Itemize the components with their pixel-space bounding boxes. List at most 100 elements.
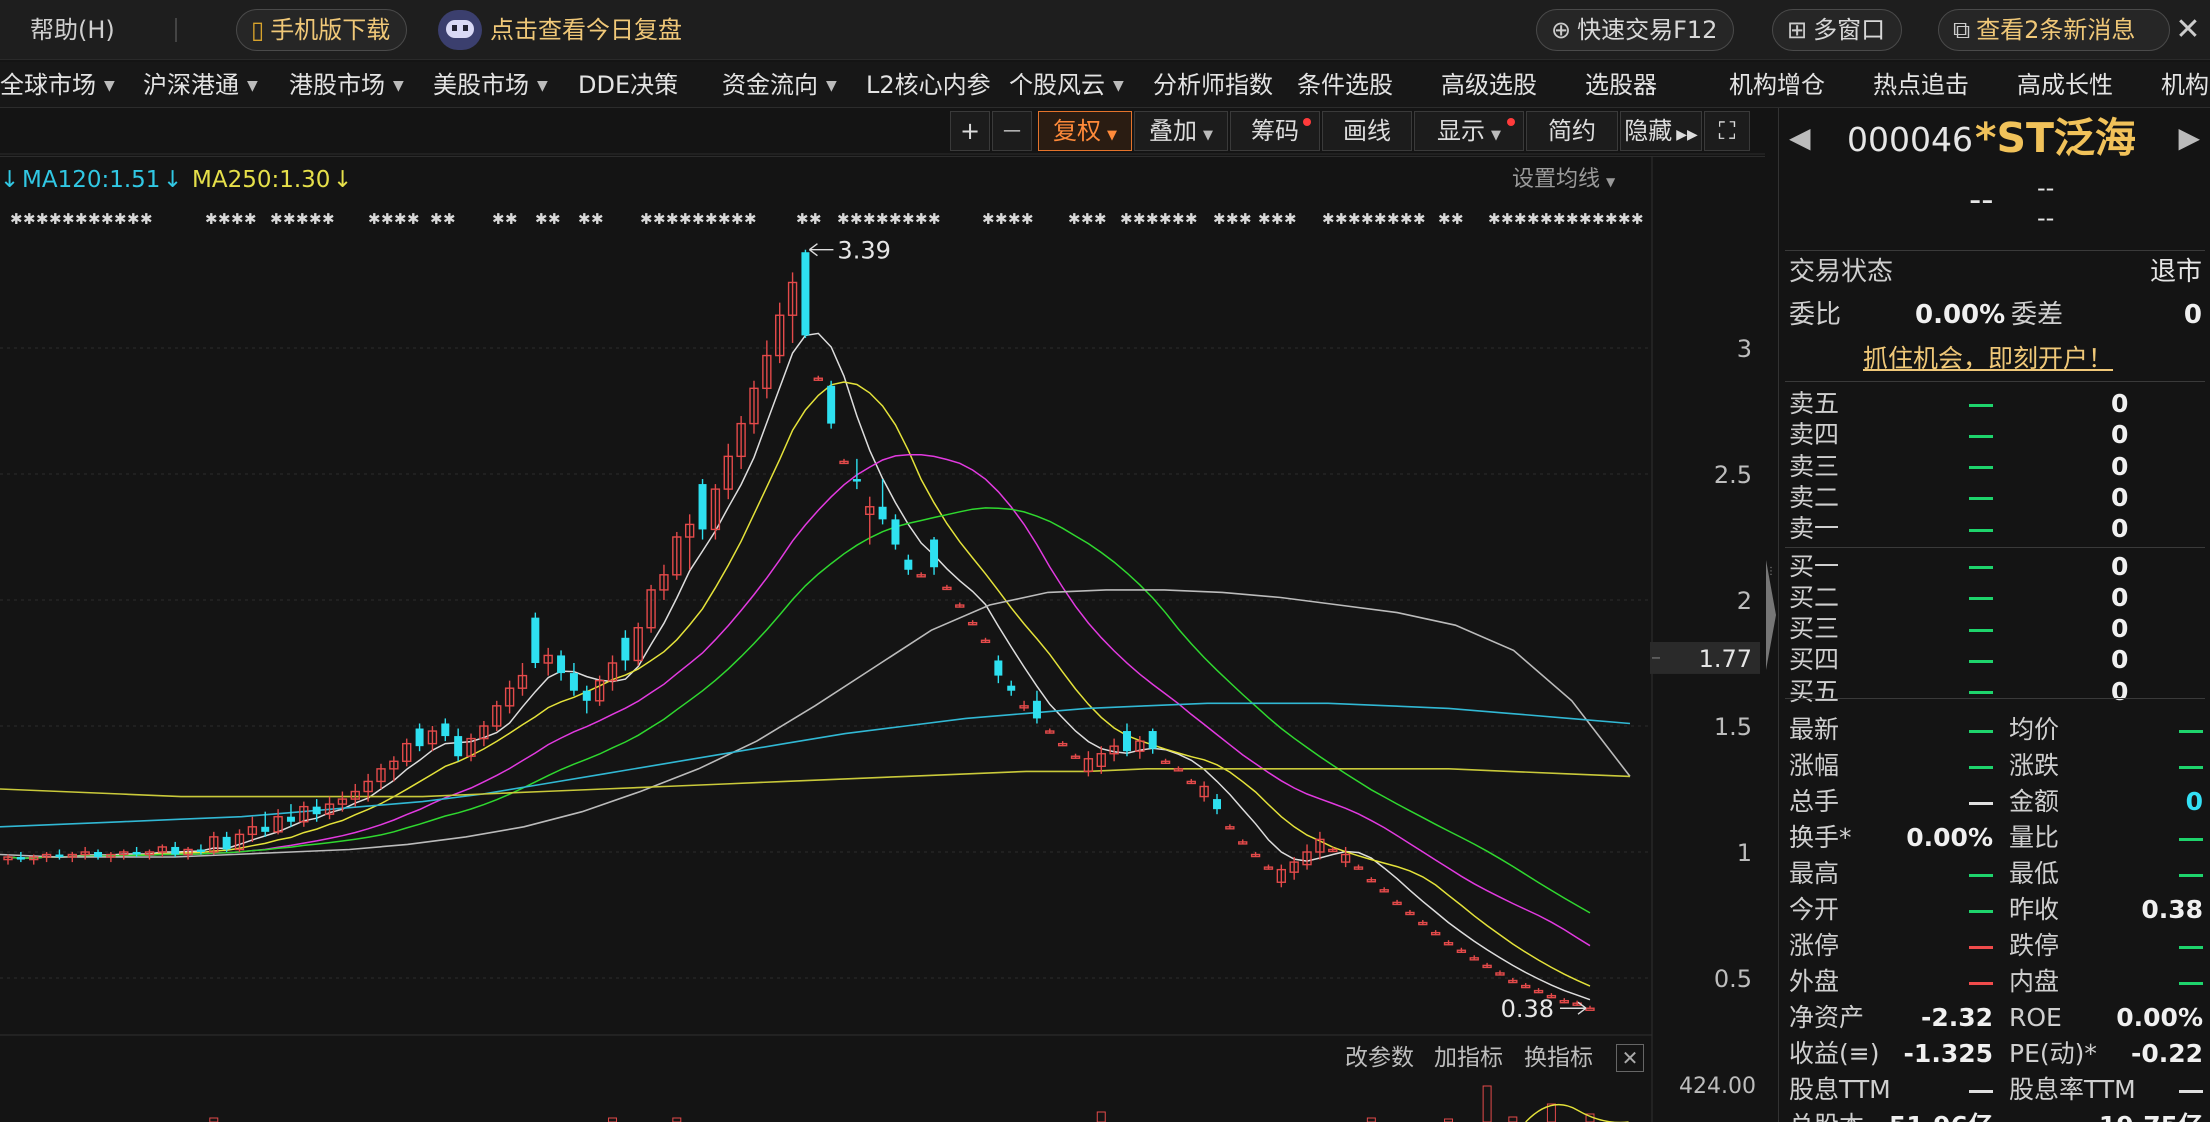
news-marker: ✱ <box>1133 210 1146 228</box>
stat-label: 外盘 <box>1789 967 1840 996</box>
news-marker: ✱ <box>902 210 915 228</box>
quick-trade-button[interactable]: ⊕ 快速交易F12 <box>1536 9 1735 51</box>
menu-item-7[interactable]: 个股风云 ▼ <box>1009 62 1124 108</box>
bid-level-label: 买四 <box>1789 645 1840 675</box>
stat-dash <box>2179 750 2203 782</box>
news-marker: ✱ <box>1185 210 1198 228</box>
news-marker: ✱ <box>1527 210 1540 228</box>
menu-item-2[interactable]: 港股市场 ▼ <box>289 62 404 108</box>
stat-label: 总手 <box>1789 787 1840 816</box>
add-indicator-button[interactable]: 加指标 <box>1434 1040 1503 1076</box>
stat-label: 涨跌 <box>2009 751 2060 780</box>
stat-label: 最新 <box>1789 715 1840 744</box>
volume-bar <box>1366 1117 1376 1122</box>
price-dash <box>1969 644 1993 676</box>
min-price-label: 0.38 <box>1501 995 1554 1023</box>
ask-level-label: 卖二 <box>1789 482 1840 512</box>
mobile-download-button[interactable]: ▯ 手机版下载 <box>236 9 408 51</box>
ask-level-label: 卖四 <box>1789 420 1840 450</box>
menu-item-3[interactable]: 美股市场 ▼ <box>433 62 548 108</box>
quote-panel: ◀ ▶ 000046 *ST泛海 -- -- -- 交易状态 退市 委比 0.0… <box>1778 108 2210 1122</box>
change-params-button[interactable]: 改参数 <box>1345 1040 1414 1076</box>
multi-window-button[interactable]: ⊞ 多窗口 <box>1772 9 1903 51</box>
stat-dash <box>1969 714 1993 746</box>
kline-chart[interactable]: ✱ ✱ ✱ ✱ ✱ ✱ ✱ ✱ ✱ ✱ ✱ ✱ ✱ ✱ ✱ ✱ ✱ ✱ ✱ ✱ ✱ ✱ ✱ ✱ ✱ ✱ ✱ ✱ ✱ ✱ ✱ ✱ ✱ ✱ ✱ ✱ ✱ ✱ ✱ ✱… <box>0 110 1765 1122</box>
menu-item-10[interactable]: 高级选股 <box>1441 62 1537 108</box>
volume-bar <box>1508 1116 1518 1122</box>
news-marker: ✱ <box>1605 210 1618 228</box>
menu-item-9[interactable]: 条件选股 <box>1297 62 1393 108</box>
grid-icon: ⊞ <box>1787 16 1808 44</box>
stat-value: 19.75亿 <box>2099 1110 2203 1122</box>
menu-item-12[interactable]: 机构增仓 <box>1729 62 1825 108</box>
chart-grid <box>0 153 1765 1122</box>
candle-body <box>1007 685 1016 691</box>
menu-item-11[interactable]: 选股器 <box>1585 62 1657 108</box>
menu-item-15[interactable]: 机构 <box>2161 62 2209 108</box>
menu-item-0[interactable]: 全球市场 ▼ <box>0 62 115 108</box>
news-marker: ✱ <box>744 210 757 228</box>
candle-body <box>827 385 836 424</box>
y-tick-label: 2.5 <box>1714 461 1752 489</box>
news-marker: ✱ <box>140 210 153 228</box>
candle-body <box>132 852 141 855</box>
bid-level-label: 买二 <box>1789 582 1840 612</box>
ma10-line <box>7 381 1591 987</box>
prev-stock-icon[interactable]: ◀ <box>1789 122 1811 154</box>
news-marker: ✱ <box>705 210 718 228</box>
news-marker: ✱ <box>876 210 889 228</box>
news-marker: ✱ <box>535 210 548 228</box>
stat-dash <box>2179 966 2203 998</box>
news-marker: ✱ <box>578 210 591 228</box>
menu-item-1[interactable]: 沪深港通 ▼ <box>143 62 258 108</box>
menu-item-4[interactable]: DDE决策 <box>578 62 678 108</box>
close-news-icon[interactable]: ✕ <box>2172 10 2204 50</box>
open-account-link[interactable]: 抓住机会，即刻开户！ <box>1863 343 2113 375</box>
robot-avatar-icon[interactable] <box>438 10 482 50</box>
stat-label: 均价 <box>2009 715 2060 744</box>
news-marker: ✱ <box>1387 210 1400 228</box>
menu-item-8[interactable]: 分析师指数 <box>1153 62 1273 108</box>
candle-body <box>94 852 103 858</box>
news-button[interactable]: ⧉ 查看2条新消息 <box>1938 9 2170 51</box>
menu-item-5[interactable]: 资金流向 ▼ <box>722 62 837 108</box>
price-axis: 3 2.5 2 1.5 1 0.5 1.77 <box>1650 335 1760 993</box>
y-tick-label: 1 <box>1737 839 1752 867</box>
news-marker: ✱ <box>1514 210 1527 228</box>
candle-body <box>1122 731 1131 752</box>
switch-indicator-button[interactable]: 换指标 <box>1524 1040 1593 1076</box>
stock-name: *ST泛海 <box>1975 114 2136 162</box>
candle-body <box>441 723 450 737</box>
bid-volume: 0 <box>2111 551 2129 581</box>
news-marker: ✱ <box>127 210 140 228</box>
candle-body <box>1213 799 1221 810</box>
news-marker: ✱ <box>548 210 561 228</box>
drag-grip-icon[interactable]: ⋮⋮ <box>1766 566 1786 580</box>
news-marker: ✱ <box>1094 210 1107 228</box>
news-marker: ✱ <box>1159 210 1172 228</box>
price-dash <box>1969 419 1993 451</box>
menu-item-13[interactable]: 热点追击 <box>1873 62 1969 108</box>
menu-item-6[interactable]: L2核心内参 <box>866 62 991 108</box>
help-menu[interactable]: 帮助(H) <box>30 0 115 60</box>
menu-item-14[interactable]: 高成长性 <box>2017 62 2113 108</box>
phone-icon: ▯ <box>251 16 265 44</box>
chevron-down-icon: ▼ <box>393 78 404 94</box>
next-stock-icon[interactable]: ▶ <box>2178 122 2200 154</box>
news-marker: ✱ <box>666 210 679 228</box>
bid-volume: 0 <box>2111 614 2129 644</box>
news-marker: ✱ <box>1451 210 1464 228</box>
divider <box>1785 698 2205 699</box>
daily-review-link[interactable]: 点击查看今日复盘 <box>490 0 682 60</box>
extreme-labels: 3.39 0.38 <box>809 237 1587 1023</box>
max-price-label: 3.39 <box>837 237 890 265</box>
close-panel-icon[interactable]: ✕ <box>1616 1044 1644 1072</box>
news-marker: ✱ <box>1068 210 1081 228</box>
moving-average-lines <box>0 332 1631 1001</box>
news-marker: ✱ <box>322 210 335 228</box>
news-marker: ✱ <box>995 210 1008 228</box>
news-marker: ✱ <box>1322 210 1335 228</box>
ask-volume: 0 <box>2111 451 2129 481</box>
news-marker: ✱ <box>1400 210 1413 228</box>
ask-volume: 0 <box>2111 389 2129 418</box>
